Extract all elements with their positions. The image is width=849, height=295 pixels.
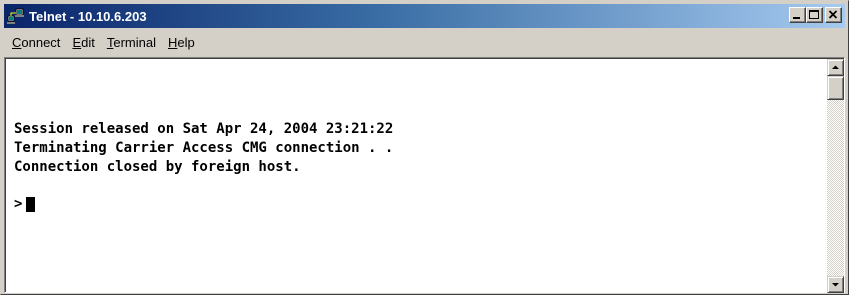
menu-connect-label: onnect xyxy=(21,35,61,50)
close-icon xyxy=(828,10,838,19)
telnet-app-icon[interactable] xyxy=(7,7,25,25)
arrow-up-icon xyxy=(832,65,839,69)
telnet-window: Telnet - 10.10.6.203 Connect Edit Termin… xyxy=(0,0,849,295)
terminal-line-session-released: Session released on Sat Apr 24, 2004 23:… xyxy=(14,121,394,137)
menu-connect[interactable]: Connect xyxy=(4,33,66,53)
title-bar[interactable]: Telnet - 10.10.6.203 xyxy=(4,4,845,28)
terminal-frame: Session released on Sat Apr 24, 2004 23:… xyxy=(4,57,845,293)
minimize-button[interactable] xyxy=(789,7,806,23)
minimize-icon xyxy=(793,17,800,19)
scroll-up-button[interactable] xyxy=(827,59,844,76)
window-title: Telnet - 10.10.6.203 xyxy=(29,8,147,24)
terminal-screen[interactable]: Session released on Sat Apr 24, 2004 23:… xyxy=(8,59,826,293)
maximize-button[interactable] xyxy=(806,7,823,23)
menu-edit-label: dit xyxy=(81,35,95,50)
menu-bar: Connect Edit Terminal Help xyxy=(4,31,845,55)
vertical-scrollbar[interactable] xyxy=(827,59,844,293)
scroll-down-button[interactable] xyxy=(827,276,844,293)
terminal-prompt-line: > xyxy=(14,196,36,212)
terminal-frame-inner: Session released on Sat Apr 24, 2004 23:… xyxy=(5,58,844,293)
menu-help[interactable]: Help xyxy=(162,33,201,53)
arrow-down-icon xyxy=(832,283,839,287)
menu-connect-mnemonic: C xyxy=(12,35,22,50)
menu-help-label: elp xyxy=(177,35,195,50)
terminal-line-connection-closed: Connection closed by foreign host. xyxy=(14,159,301,175)
text-cursor xyxy=(26,196,36,212)
menu-edit-mnemonic: E xyxy=(72,35,82,50)
terminal-prompt: > xyxy=(14,196,23,212)
scroll-thumb[interactable] xyxy=(827,76,844,100)
menu-help-mnemonic: H xyxy=(167,35,178,50)
menu-terminal[interactable]: Terminal xyxy=(101,33,162,53)
window-controls xyxy=(789,7,842,23)
menu-terminal-label: erminal xyxy=(113,35,156,50)
menu-edit[interactable]: Edit xyxy=(66,33,100,53)
terminal-line-terminating: Terminating Carrier Access CMG connectio… xyxy=(14,140,394,156)
maximize-icon xyxy=(809,10,819,19)
close-button[interactable] xyxy=(825,7,842,23)
